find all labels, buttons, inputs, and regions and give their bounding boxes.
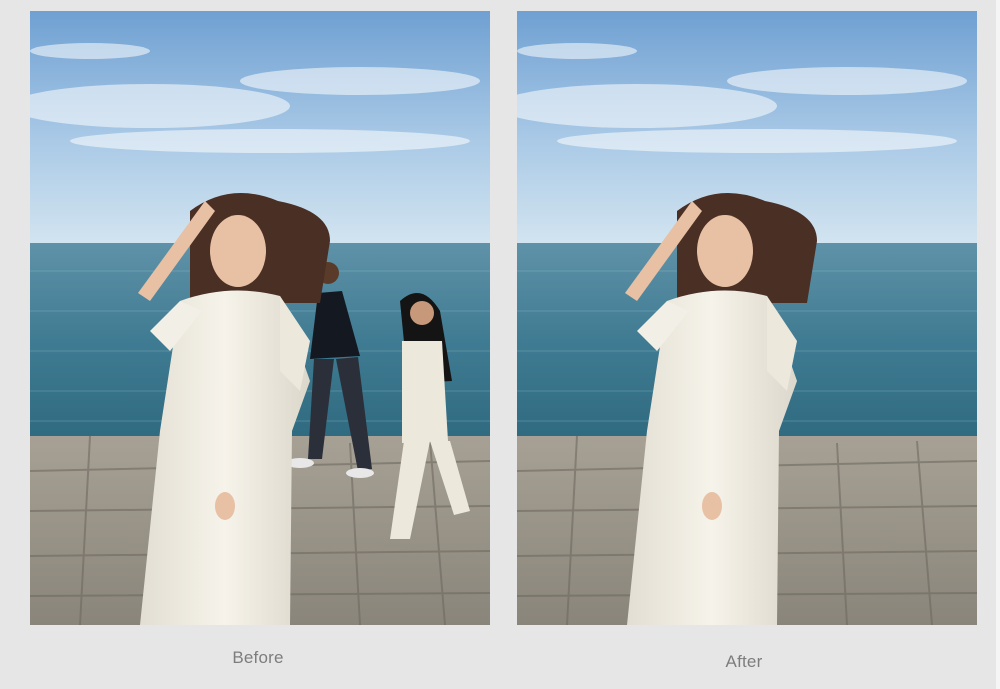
after-scene — [517, 11, 977, 625]
right-edge-divider — [996, 0, 1000, 689]
after-photo — [517, 11, 977, 625]
after-label: After — [725, 652, 763, 671]
before-label: Before — [232, 648, 284, 667]
before-scene — [30, 11, 490, 625]
before-photo — [30, 11, 490, 625]
